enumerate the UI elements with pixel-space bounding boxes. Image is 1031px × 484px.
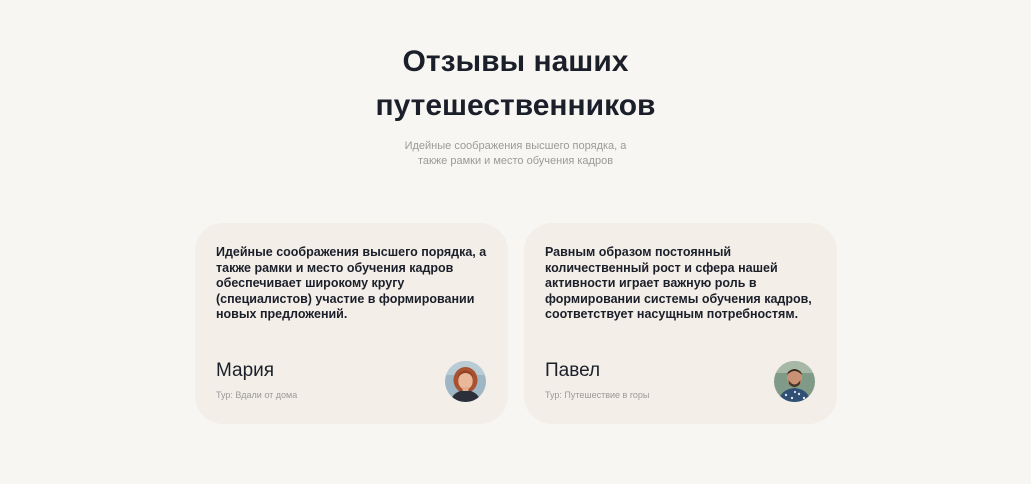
section-title: Отзывы наших путешественников	[0, 40, 1031, 128]
review-text: Идейные соображения высшего порядка, а т…	[216, 245, 487, 321]
man-avatar-icon	[774, 361, 815, 402]
woman-avatar-icon	[445, 361, 486, 402]
review-card: Идейные соображения высшего порядка, а т…	[195, 223, 508, 424]
review-tour: Тур: Путешествие в горы	[545, 390, 650, 400]
section-title-line2: путешественников	[375, 89, 656, 122]
section-subtitle-line1: Идейные соображения высшего порядка, а	[404, 140, 627, 152]
section-subtitle-line2: также рамки и место обучения кадров	[417, 155, 614, 167]
review-text: Равным образом постоянный количественный…	[545, 245, 812, 321]
reviews-section: Отзывы наших путешественников Идейные со…	[0, 0, 1031, 484]
review-author-name: Мария	[216, 360, 275, 381]
review-card: Равным образом постоянный количественный…	[524, 223, 837, 424]
review-tour: Тур: Вдали от дома	[216, 390, 298, 400]
section-subtitle: Идейные соображения высшего порядка, а т…	[0, 139, 1031, 169]
review-author-name: Павел	[545, 360, 601, 381]
section-title-line1: Отзывы наших	[402, 45, 629, 78]
